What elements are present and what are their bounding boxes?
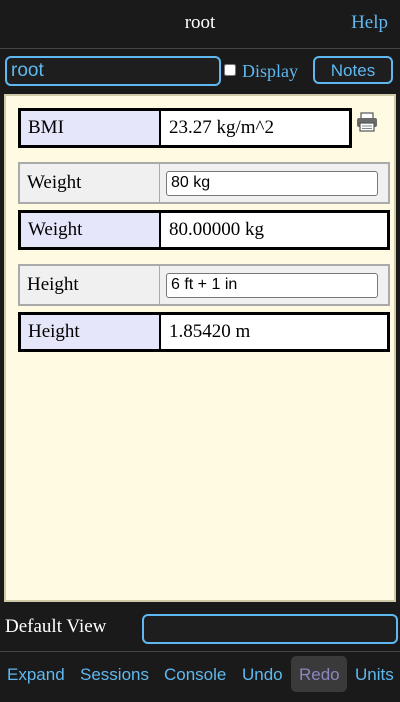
weight-input-label: Weight	[20, 164, 160, 202]
bmi-label: BMI	[21, 111, 161, 145]
height-result-row: Height 1.85420 m	[18, 312, 390, 352]
display-label: Display	[242, 61, 298, 81]
undo-button[interactable]: Undo	[242, 665, 283, 685]
bottom-toolbar: Expand Sessions Console Undo Redo Units	[0, 652, 400, 702]
calculation-panel: BMI 23.27 kg/m^2 Weight Weight 80.00000 …	[4, 94, 396, 602]
expand-button[interactable]: Expand	[7, 665, 65, 685]
printer-icon[interactable]	[356, 112, 378, 132]
toolbar: Display Notes	[0, 52, 400, 88]
default-view-label: Default View	[5, 616, 107, 637]
bmi-value: 23.27 kg/m^2	[169, 117, 274, 138]
weight-input-row: Weight	[18, 162, 390, 204]
weight-result-label: Weight	[21, 213, 161, 247]
help-link[interactable]: Help	[351, 12, 388, 34]
height-field[interactable]	[166, 272, 378, 298]
display-toggle[interactable]: Display	[224, 61, 298, 82]
height-result-label: Height	[21, 315, 161, 349]
weight-field[interactable]	[166, 170, 378, 196]
display-checkbox[interactable]	[224, 64, 236, 76]
notes-button[interactable]: Notes	[313, 56, 393, 84]
header-divider	[0, 48, 400, 49]
weight-result-value: 80.00000 kg	[169, 219, 264, 240]
default-view-select[interactable]	[142, 614, 398, 644]
name-input[interactable]	[5, 56, 221, 86]
height-result-value: 1.85420 m	[169, 321, 251, 342]
default-view-row: Default View	[0, 610, 400, 646]
height-input-row: Height	[18, 264, 390, 306]
weight-result-row: Weight 80.00000 kg	[18, 210, 390, 250]
console-button[interactable]: Console	[164, 665, 226, 685]
sessions-button[interactable]: Sessions	[80, 665, 149, 685]
units-button[interactable]: Units	[355, 665, 394, 685]
top-bar: root Help	[0, 0, 400, 48]
page-title: root	[184, 12, 216, 33]
bmi-row: BMI 23.27 kg/m^2	[18, 108, 352, 148]
height-input-label: Height	[20, 266, 160, 304]
redo-button[interactable]: Redo	[299, 665, 340, 685]
